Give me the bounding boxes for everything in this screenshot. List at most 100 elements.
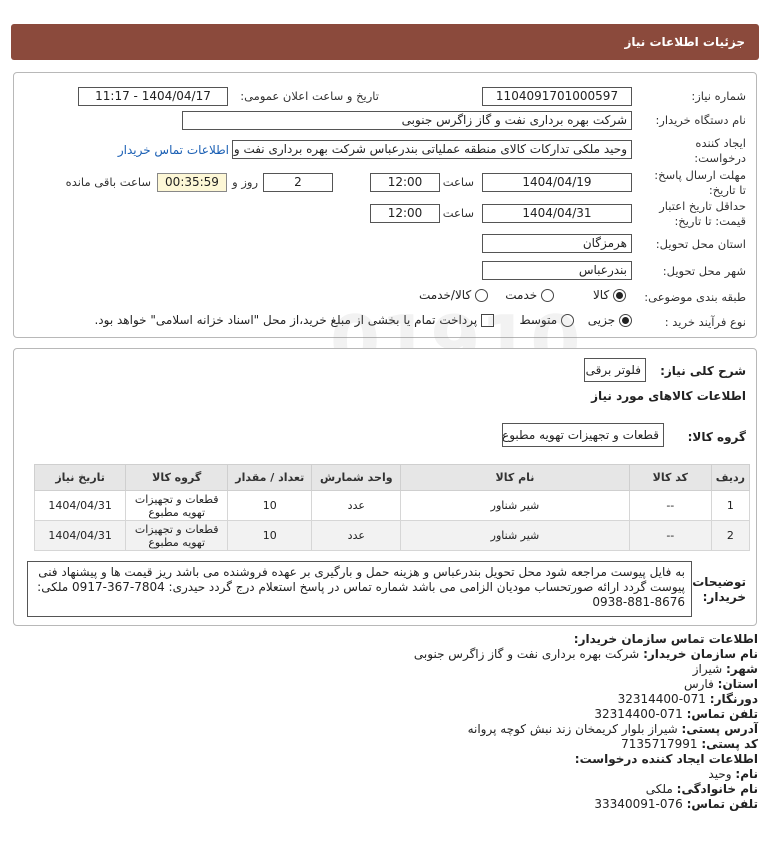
creator-phone-label: تلفن تماس: [686,797,758,811]
creator-label-2: درخواست: [694,151,746,165]
deadline-time-field: 12:00 [370,173,440,192]
validity-date-field: 1404/04/31 [482,204,632,223]
creator-last-name-label: نام خانوادگی: [676,782,758,796]
table-row: 1 -- شیر شناور عدد 10 قطعات و تجهیزات ته… [33,490,751,521]
contact-address-label: آدرس پستی: [681,722,758,736]
cell-date: 1404/04/31 [33,520,127,551]
buyer-contact-link[interactable]: اطلاعات تماس خریدار [118,143,229,157]
col-header-name: نام کالا [400,464,630,491]
buyer-org-field: شرکت بهره برداری نفت و گاز زاگرس جنوبی [182,111,632,130]
category-label: طبقه بندی موضوعی: [644,290,746,304]
checkbox-icon[interactable] [481,314,494,327]
radio-checked-icon[interactable] [619,314,632,327]
creator-first-name-label: نام: [735,767,758,781]
contact-province-label: استان: [717,677,758,691]
deadline-label-1: مهلت ارسال پاسخ: [654,168,746,182]
contact-phone-label: تلفن تماس: [686,707,758,721]
validity-label-1: حداقل تاریخ اعتبار [659,199,746,213]
contact-postal-value: 7135717991 [621,737,698,751]
category-option-service[interactable]: خدمت [505,288,554,302]
col-header-code: کد کالا [628,464,712,491]
col-header-group: گروه کالا [125,464,229,491]
contact-address-value: شیراز بلوار کریمخان زند نبش کوچه پروانه [467,722,678,736]
deadline-date-field: 1404/04/19 [482,173,632,192]
announce-field: 1404/04/17 - 11:17 [78,87,228,106]
buyer-org-label: نام دستگاه خریدار: [655,113,746,127]
radio-checked-icon[interactable] [613,289,626,302]
province-field: هرمزگان [482,234,632,253]
general-desc-label: شرح کلی نیاز: [660,364,746,378]
creator-field: وحید ملکی تدارکات کالای منطقه عملیاتی بن… [232,140,632,159]
goods-table: ردیف کد کالا نام کالا واحد شمارش تعداد /… [33,464,751,551]
buyer-notes-label-2: خریدار: [702,590,746,604]
contact-fax-value: 071-32314400 [617,692,706,706]
need-number-field: 1104091701000597 [482,87,632,106]
need-number-label: شماره نیاز: [691,89,746,103]
radio-unchecked-icon[interactable] [475,289,488,302]
creator-last-name-line: نام خانوادگی: ملکی [646,782,758,796]
category-option-goods-label: کالا [592,288,610,302]
goods-group-label: گروه کالا: [687,430,746,444]
process-option-minor[interactable]: جزیی [588,313,632,327]
contact-city-value: شیراز [692,662,723,676]
creator-label-1: ایجاد کننده [695,136,746,150]
col-header-qty: تعداد / مقدار [227,464,313,491]
col-header-row-no: ردیف [710,464,751,491]
goods-group-field: قطعات و تجهیزات تهویه مطبوع [502,423,664,447]
city-label: شهر محل تحویل: [662,264,746,278]
province-label: استان محل تحویل: [655,237,746,251]
buyer-notes-field: به فایل پیوست مراجعه شود محل تحویل بندرع… [27,561,692,617]
remaining-label: ساعت باقی مانده [65,175,151,189]
need-details-panel: شماره نیاز: 1104091701000597 تاریخ و ساع… [13,72,757,338]
cell-name: شیر شناور [400,520,630,551]
creator-section-title: اطلاعات ایجاد کننده درخواست: [574,752,758,766]
cell-unit: عدد [311,490,402,521]
cell-qty: 10 [227,490,313,521]
cell-group: قطعات و تجهیزات تهویه مطبوع [125,490,229,521]
validity-time-field: 12:00 [370,204,440,223]
announce-label: تاریخ و ساعت اعلان عمومی: [240,89,379,103]
category-option-service-label: خدمت [505,288,538,302]
remaining-time-field: 00:35:59 [157,173,227,192]
contact-postal-line: کد پستی: 7135717991 [621,737,758,751]
category-option-goods[interactable]: کالا [593,288,626,302]
contact-fax-line: دورنگار: 071-32314400 [618,692,758,706]
cell-name: شیر شناور [400,490,630,521]
creator-first-name-value: وحید [708,767,732,781]
cell-group: قطعات و تجهیزات تهویه مطبوع [125,520,229,551]
cell-qty: 10 [227,520,313,551]
contact-org-label: نام سازمان خریدار: [643,647,758,661]
process-option-medium[interactable]: متوسط [519,313,574,327]
col-header-unit: واحد شمارش [311,464,402,491]
days-field: 2 [263,173,333,192]
process-option-minor-label: جزیی [587,313,616,327]
category-option-goods-service-label: کالا/خدمت [418,288,472,302]
need-summary-panel: شرح کلی نیاز: فلوتر برقی اطلاعات کالاهای… [13,348,757,626]
cell-row-no: 2 [710,520,751,551]
process-option-medium-label: متوسط [519,313,558,327]
creator-phone-line: تلفن تماس: 076-33340091 [594,797,758,811]
payment-option[interactable]: پرداخت تمام یا بخشی از مبلغ خرید،از محل … [94,313,494,327]
creator-first-name-line: نام: وحید [708,767,758,781]
contact-address-line: آدرس پستی: شیراز بلوار کریمخان زند نبش ک… [468,722,758,736]
creator-phone-value: 076-33340091 [594,797,683,811]
deadline-label-2: تا تاریخ: [708,183,746,197]
city-field: بندرعباس [482,261,632,280]
category-option-goods-service[interactable]: کالا/خدمت [419,288,488,302]
cell-row-no: 1 [710,490,751,521]
contact-province-line: استان: فارس [684,677,758,691]
contact-city-line: شهر: شیراز [693,662,758,676]
payment-note: پرداخت تمام یا بخشی از مبلغ خرید،از محل … [94,313,478,327]
radio-unchecked-icon[interactable] [541,289,554,302]
contact-postal-label: کد پستی: [701,737,758,751]
cell-unit: عدد [311,520,402,551]
col-header-date: تاریخ نیاز [33,464,127,491]
buyer-notes-label-1: توضیحات [692,575,746,589]
validity-label-2: قیمت: تا تاریخ: [674,214,746,228]
contact-org-line: نام سازمان خریدار: شرکت بهره برداری نفت … [414,647,758,661]
contact-org-value: شرکت بهره برداری نفت و گاز زاگرس جنوبی [413,647,640,661]
page-title: جزئیات اطلاعات نیاز [11,24,759,60]
radio-unchecked-icon[interactable] [561,314,574,327]
creator-last-name-value: ملکی [645,782,673,796]
contact-phone-line: تلفن تماس: 071-32314400 [594,707,758,721]
